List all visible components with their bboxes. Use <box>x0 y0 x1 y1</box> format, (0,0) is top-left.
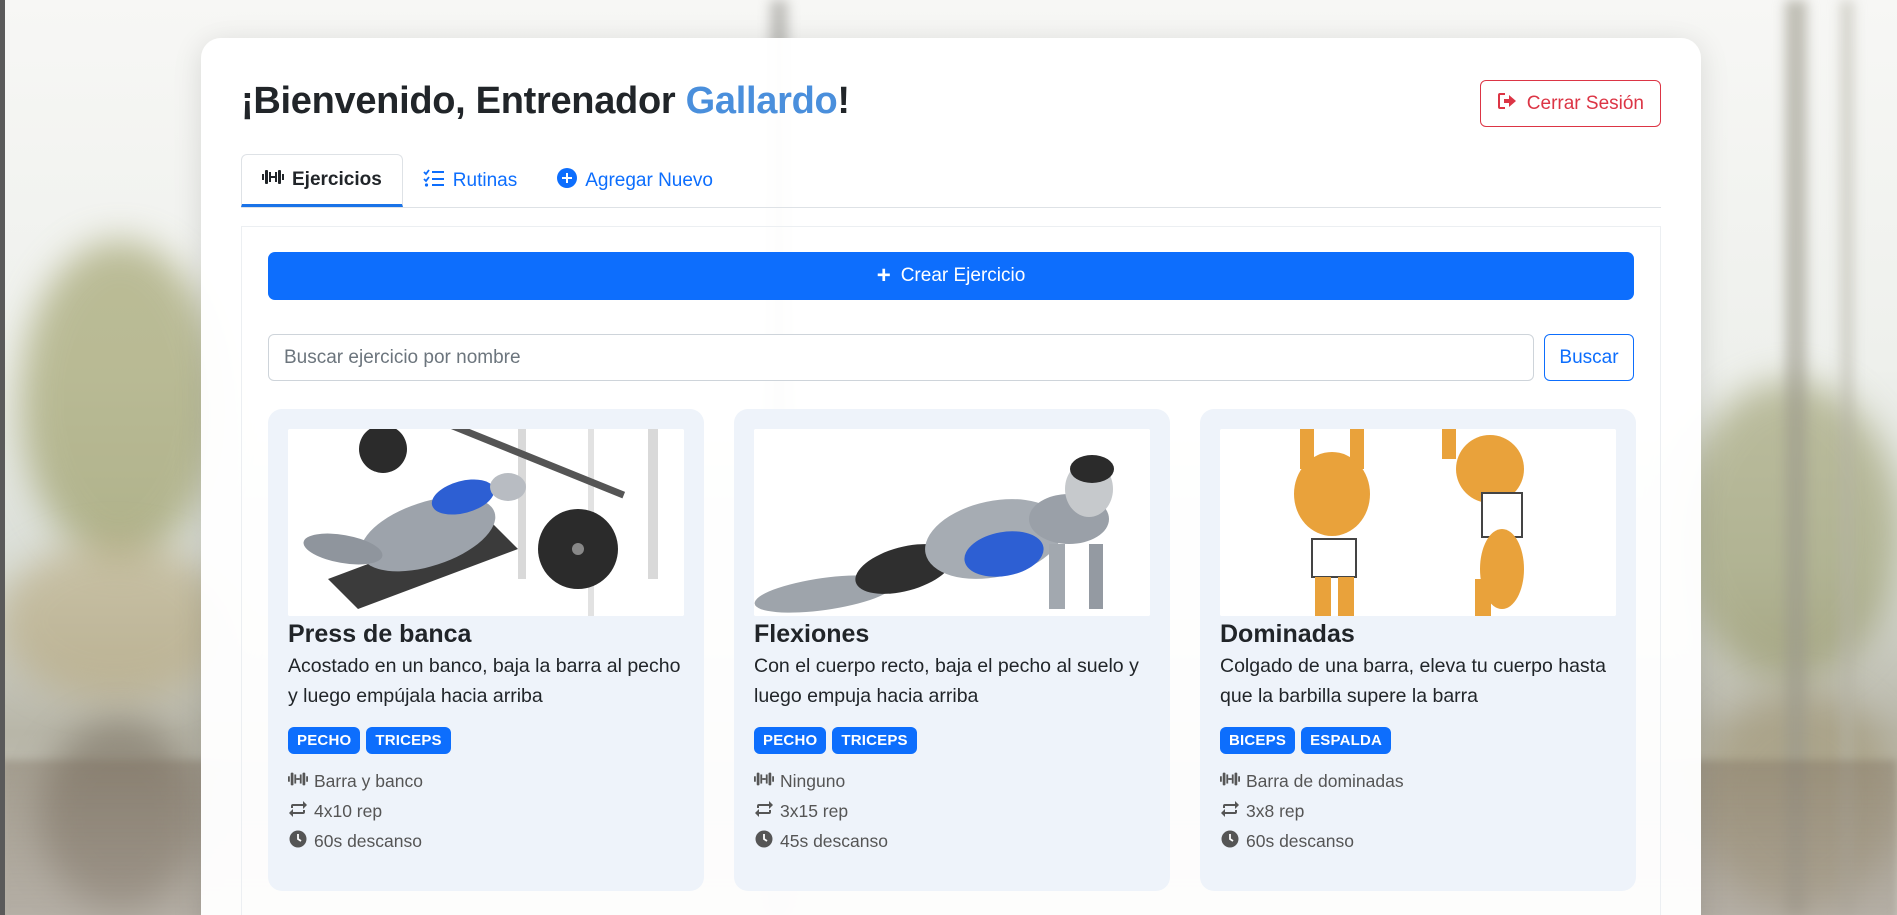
dashboard-panel: ¡Bienvenido, Entrenador Gallardo! Cerrar… <box>201 38 1701 915</box>
dumbbell-icon <box>288 770 308 793</box>
muscle-badge: BICEPS <box>1220 727 1296 754</box>
exercise-card[interactable]: Dominadas Colgado de una barra, eleva tu… <box>1200 409 1636 891</box>
exercise-image-pull-ups <box>1220 429 1616 616</box>
exercise-card[interactable]: Press de banca Acostado en un banco, baj… <box>268 409 704 891</box>
header: ¡Bienvenido, Entrenador Gallardo! Cerrar… <box>241 80 1661 140</box>
repeat-icon <box>288 800 308 823</box>
exercise-image-bench-press <box>288 429 684 616</box>
page-title: ¡Bienvenido, Entrenador Gallardo! <box>241 80 850 123</box>
exercise-title: Flexiones <box>754 620 870 648</box>
muscle-tags: BICEPS ESPALDA <box>1220 727 1616 754</box>
welcome-prefix: ¡Bienvenido, Entrenador <box>241 80 686 122</box>
plus-icon: + <box>876 262 891 289</box>
muscle-badge: TRICEPS <box>366 727 451 754</box>
exercise-meta: Ninguno 3x15 rep 45s descanso <box>754 766 1150 856</box>
tab-label: Rutinas <box>452 169 518 191</box>
reps-text: 4x10 rep <box>314 800 383 821</box>
muscle-tags: PECHO TRICEPS <box>754 727 1150 754</box>
equipment-text: Ninguno <box>780 770 846 791</box>
equipment-row: Barra de dominadas <box>1220 766 1616 796</box>
muscle-badge: ESPALDA <box>1301 727 1392 754</box>
rest-text: 60s descanso <box>1246 830 1354 851</box>
muscle-badge: PECHO <box>754 727 827 754</box>
tab-label: Ejercicios <box>292 168 382 190</box>
muscle-badge: PECHO <box>288 727 361 754</box>
create-exercise-button[interactable]: + Crear Ejercicio <box>268 252 1634 300</box>
search-button[interactable]: Buscar <box>1544 334 1634 381</box>
exercise-description: Acostado en un banco, baja la barra al p… <box>288 655 681 707</box>
muscle-tags: PECHO TRICEPS <box>288 727 684 754</box>
list-check-icon <box>423 168 445 193</box>
exercise-meta: Barra y banco 4x10 rep 60s descanso <box>288 766 684 856</box>
rest-row: 60s descanso <box>288 826 684 856</box>
tab-label: Agregar Nuevo <box>585 169 713 191</box>
dumbbell-icon <box>262 168 284 192</box>
exercises-tab-content: + Crear Ejercicio Buscar ejercicio por n… <box>241 226 1661 915</box>
equipment-text: Barra de dominadas <box>1246 770 1404 791</box>
clock-icon <box>754 830 774 853</box>
plus-circle-icon <box>557 167 578 194</box>
clock-icon <box>1220 830 1240 853</box>
trainer-name: Gallardo <box>685 80 838 122</box>
reps-text: 3x8 rep <box>1246 800 1305 821</box>
dumbbell-icon <box>754 770 774 793</box>
search-bar: Buscar <box>268 334 1634 381</box>
tab-rutinas[interactable]: Rutinas <box>403 154 537 207</box>
reps-row: 3x8 rep <box>1220 796 1616 826</box>
exercise-card-list: Press de banca Acostado en un banco, baj… <box>268 409 1636 891</box>
sign-out-icon <box>1497 92 1517 116</box>
rest-row: 45s descanso <box>754 826 1150 856</box>
create-exercise-label: Crear Ejercicio <box>900 265 1026 286</box>
exercise-description: Con el cuerpo recto, baja el pecho al su… <box>754 655 1139 707</box>
reps-row: 4x10 rep <box>288 796 684 826</box>
logout-label: Cerrar Sesión <box>1526 92 1644 114</box>
reps-text: 3x15 rep <box>780 800 849 821</box>
exercise-card[interactable]: Flexiones Con el cuerpo recto, baja el p… <box>734 409 1170 891</box>
exercise-image-push-ups <box>754 429 1150 616</box>
equipment-row: Barra y banco <box>288 766 684 796</box>
exercise-meta: Barra de dominadas 3x8 rep 60s descanso <box>1220 766 1616 856</box>
reps-row: 3x15 rep <box>754 796 1150 826</box>
rest-row: 60s descanso <box>1220 826 1616 856</box>
equipment-text: Barra y banco <box>314 770 423 791</box>
welcome-suffix: ! <box>837 80 850 122</box>
repeat-icon <box>1220 800 1240 823</box>
logout-button[interactable]: Cerrar Sesión <box>1479 80 1661 127</box>
main-tabs: Ejercicios Rutinas Agregar Nuevo <box>241 154 1661 208</box>
tab-agregar-nuevo[interactable]: Agregar Nuevo <box>537 154 733 207</box>
muscle-badge: TRICEPS <box>832 727 917 754</box>
tab-ejercicios[interactable]: Ejercicios <box>241 154 403 207</box>
exercise-description: Colgado de una barra, eleva tu cuerpo ha… <box>1220 655 1606 707</box>
exercise-title: Dominadas <box>1220 620 1355 648</box>
clock-icon <box>288 830 308 853</box>
dumbbell-icon <box>1220 770 1240 793</box>
rest-text: 60s descanso <box>314 830 422 851</box>
equipment-row: Ninguno <box>754 766 1150 796</box>
exercise-title: Press de banca <box>288 620 472 648</box>
search-input[interactable] <box>268 334 1534 381</box>
repeat-icon <box>754 800 774 823</box>
rest-text: 45s descanso <box>780 830 888 851</box>
